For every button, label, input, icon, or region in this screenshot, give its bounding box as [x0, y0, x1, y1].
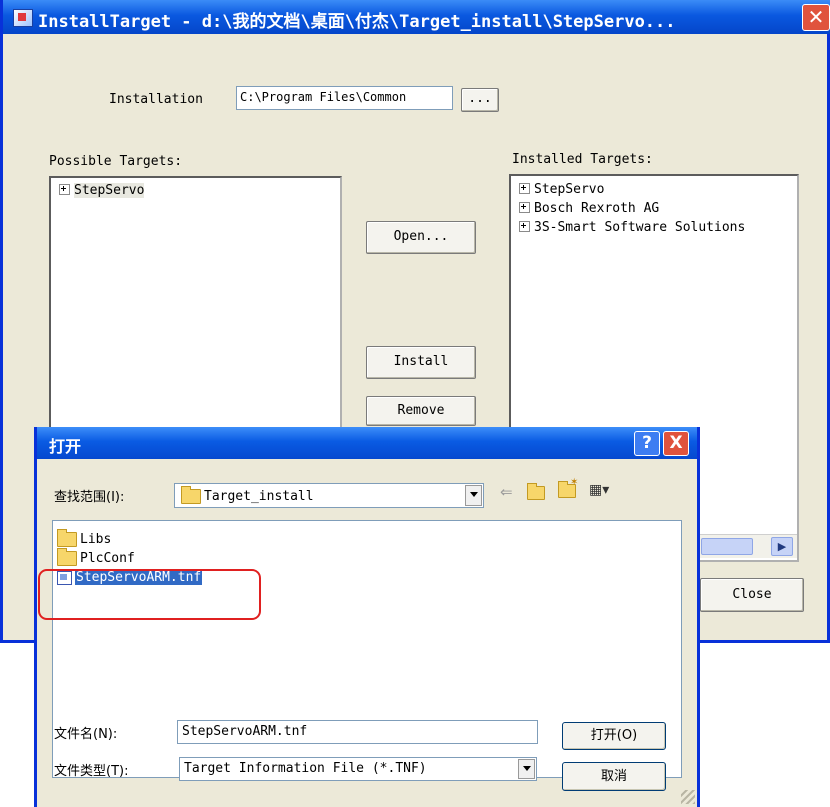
app-icon [13, 9, 33, 27]
installation-path-input[interactable]: C:\Program Files\Common [236, 86, 453, 110]
tree-item[interactable]: Bosch Rexroth AG [519, 201, 659, 219]
tree-item-label: 3S-Smart Software Solutions [534, 220, 746, 235]
new-folder-icon[interactable]: ✶ [558, 477, 579, 499]
tree-item[interactable]: 3S-Smart Software Solutions [519, 220, 745, 238]
highlight-annotation [38, 569, 261, 620]
file-name: PlcConf [80, 551, 135, 566]
dialog-title-bar[interactable]: 打开 [37, 427, 697, 459]
tree-item-label: StepServo [534, 182, 605, 197]
filename-label: 文件名(N): [54, 727, 118, 742]
browse-button[interactable]: ... [461, 88, 499, 112]
resize-grip-icon[interactable] [681, 790, 695, 804]
expand-icon[interactable] [59, 184, 70, 195]
installed-targets-label: Installed Targets: [512, 152, 653, 167]
look-in-label: 查找范围(I): [54, 490, 125, 505]
cancel-button[interactable]: 取消 [562, 762, 666, 791]
installation-label: Installation [109, 92, 203, 107]
look-in-dropdown[interactable]: Target_install [174, 483, 484, 508]
folder-icon [57, 529, 77, 547]
main-window-title: InstallTarget - d:\我的文档\桌面\付杰\Target_ins… [38, 12, 676, 32]
filetype-dropdown[interactable]: Target Information File (*.TNF) [179, 757, 537, 781]
filetype-label: 文件类型(T): [54, 764, 129, 779]
open-button[interactable]: Open... [366, 221, 476, 254]
help-button[interactable]: ? [634, 431, 660, 456]
expand-icon[interactable] [519, 202, 530, 213]
filename-input[interactable]: StepServoARM.tnf [177, 720, 538, 744]
possible-targets-tree[interactable]: StepServo [49, 176, 342, 431]
chevron-down-icon[interactable] [465, 485, 482, 506]
scrollbar-thumb[interactable] [701, 538, 753, 555]
scroll-right-icon[interactable]: ▶ [771, 537, 793, 556]
folder-icon [181, 486, 201, 504]
tree-item-label: StepServo [74, 183, 145, 198]
expand-icon[interactable] [519, 221, 530, 232]
expand-icon[interactable] [519, 183, 530, 194]
dialog-close-button[interactable]: X [663, 431, 689, 456]
look-in-value: Target_install [204, 489, 314, 504]
tree-item-label: Bosch Rexroth AG [534, 201, 660, 216]
dialog-title: 打开 [49, 437, 82, 456]
chevron-down-icon[interactable] [518, 759, 535, 779]
main-title-bar[interactable]: InstallTarget - d:\我的文档\桌面\付杰\Target_ins… [3, 0, 830, 34]
main-close-button[interactable]: ✕ [802, 4, 830, 31]
folder-icon [57, 548, 77, 566]
list-item[interactable]: PlcConf [57, 548, 135, 569]
up-folder-icon[interactable] [527, 482, 548, 501]
open-file-button[interactable]: 打开(O) [562, 722, 666, 750]
view-menu-icon[interactable]: ▦▾ [589, 482, 609, 498]
tree-item[interactable]: StepServo [59, 183, 145, 201]
install-button[interactable]: Install [366, 346, 476, 379]
filetype-value: Target Information File (*.TNF) [184, 761, 427, 776]
tree-item[interactable]: StepServo [519, 182, 604, 200]
remove-button[interactable]: Remove [366, 396, 476, 426]
file-name: Libs [80, 532, 112, 547]
back-icon[interactable]: ⇐ [500, 483, 513, 501]
close-button[interactable]: Close [700, 578, 804, 612]
filename-value: StepServoARM.tnf [182, 724, 308, 739]
possible-targets-label: Possible Targets: [49, 154, 183, 169]
installation-path-value: C:\Program Files\Common [240, 90, 407, 104]
